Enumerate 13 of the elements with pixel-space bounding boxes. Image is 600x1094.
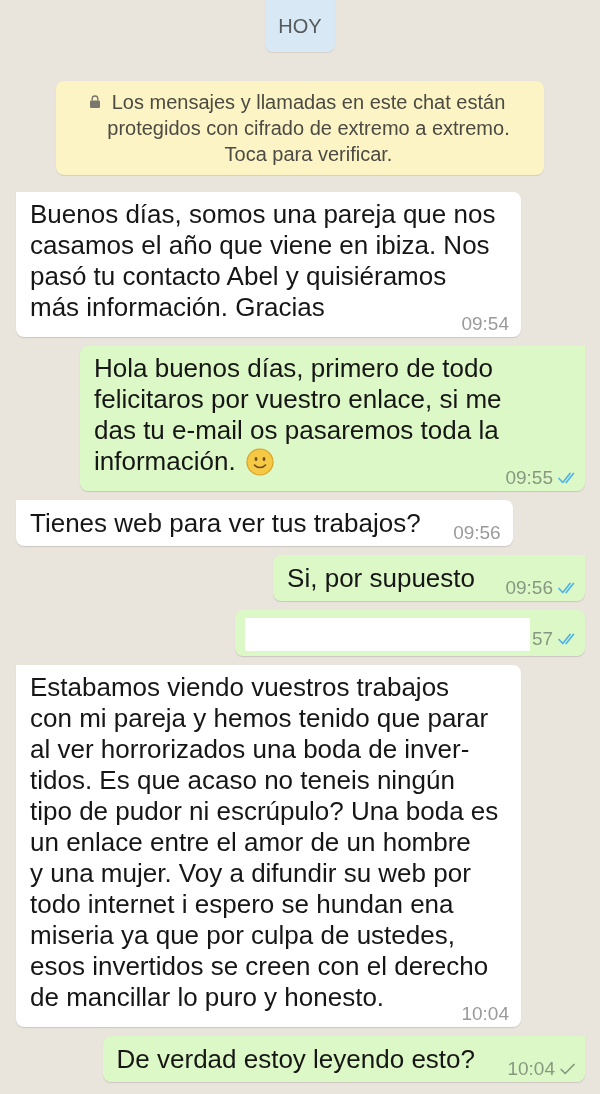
encryption-notice[interactable]: Los mensajes y llamadas en este chat están protegidos con cifrado de extremo a extremo. Toca para verificar. (56, 81, 544, 175)
lock-icon (90, 95, 101, 108)
message-time: 09:55 (505, 468, 553, 488)
message-text: Tienes web para ver tus trabajos? (30, 508, 421, 538)
message-text: Si, por supuesto (287, 563, 475, 593)
message-text: De verdad estoy leyendo esto? (116, 1044, 475, 1074)
date-label: HOY (265, 0, 335, 52)
message-time: 09:56 (505, 578, 553, 598)
notice-text: Los mensajes y llamadas en este chat están protegidos con cifrado de extremo a extremo. Toca para verificar. (107, 90, 510, 167)
message-time: 10:04 (507, 1059, 555, 1079)
message-time: 57 (532, 629, 554, 649)
message-time: 09:56 (453, 523, 501, 543)
message-text: Hola buenos días, primero de todo felicitaros por vuestro enlace, si me das tu e-mail os pasaremos toda la información. (94, 353, 502, 476)
